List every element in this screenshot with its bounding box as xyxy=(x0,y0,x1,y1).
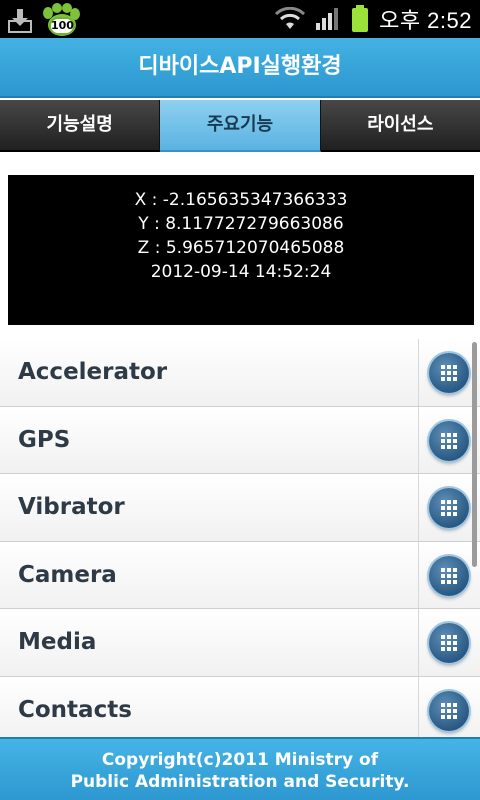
sensor-readout: X : -2.165635347366333 Y : 8.11772727966… xyxy=(8,175,474,325)
list-item-label: Media xyxy=(18,629,97,655)
grid-icon[interactable] xyxy=(429,555,469,596)
sensor-x-value: X : -2.165635347366333 xyxy=(134,190,348,210)
status-bar-notifications: 100 xyxy=(8,3,80,37)
list-item-camera[interactable]: Camera xyxy=(0,541,480,609)
notification-badge: 100 xyxy=(49,17,75,35)
copyright-line-1: Copyright(c)2011 Ministry of xyxy=(101,750,379,770)
divider xyxy=(418,339,419,406)
tab-bar: 기능설명 주요기능 라이선스 xyxy=(0,100,480,152)
divider xyxy=(418,474,419,541)
list-item-label: Vibrator xyxy=(18,494,125,520)
list-item-contacts[interactable]: Contacts xyxy=(0,676,480,737)
app-title: 디바이스API실행환경 xyxy=(138,54,342,79)
divider xyxy=(418,406,419,473)
divider xyxy=(418,541,419,608)
status-bar: 100 오후 2:52 xyxy=(0,0,480,38)
grid-icon[interactable] xyxy=(429,420,469,461)
download-icon xyxy=(8,9,32,33)
battery-icon xyxy=(352,5,369,32)
sensor-timestamp: 2012-09-14 14:52:24 xyxy=(150,262,332,282)
divider xyxy=(418,676,419,737)
sensor-y-value: Y : 8.117727279663086 xyxy=(138,214,344,234)
wifi-icon xyxy=(275,7,306,29)
copyright-line-2: Public Administration and Security. xyxy=(70,772,410,792)
grid-icon[interactable] xyxy=(429,488,469,528)
list-item-accelerator[interactable]: Accelerator xyxy=(0,339,480,407)
feature-list: Accelerator GPS Vibrator Camera Media Co xyxy=(0,339,480,737)
list-item-label: GPS xyxy=(18,426,71,453)
list-item-label: Contacts xyxy=(18,696,132,723)
tab-main-features[interactable]: 주요기능 xyxy=(160,100,321,152)
footer-copyright: Copyright(c)2011 Ministry of Public Admi… xyxy=(0,737,480,800)
tab-feature-description[interactable]: 기능설명 xyxy=(0,100,161,152)
list-item-vibrator[interactable]: Vibrator xyxy=(0,474,480,542)
list-item-gps[interactable]: GPS xyxy=(0,406,480,474)
list-item-media[interactable]: Media xyxy=(0,609,480,677)
grid-icon[interactable] xyxy=(429,353,469,393)
divider xyxy=(418,609,419,676)
list-scrollbar[interactable] xyxy=(472,342,477,567)
signal-icon xyxy=(316,8,339,30)
tab-license[interactable]: 라이선스 xyxy=(320,100,480,152)
clock: 오후 2:52 xyxy=(379,8,472,33)
list-item-label: Camera xyxy=(18,561,117,588)
grid-icon[interactable] xyxy=(429,690,469,731)
status-bar-system: 오후 2:52 xyxy=(275,3,472,35)
grid-icon[interactable] xyxy=(429,623,469,663)
list-item-label: Accelerator xyxy=(18,359,168,385)
app-title-bar: 디바이스API실행환경 xyxy=(0,38,480,98)
sensor-z-value: Z : 5.965712070465088 xyxy=(137,238,345,258)
paw-icon: 100 xyxy=(40,3,80,37)
